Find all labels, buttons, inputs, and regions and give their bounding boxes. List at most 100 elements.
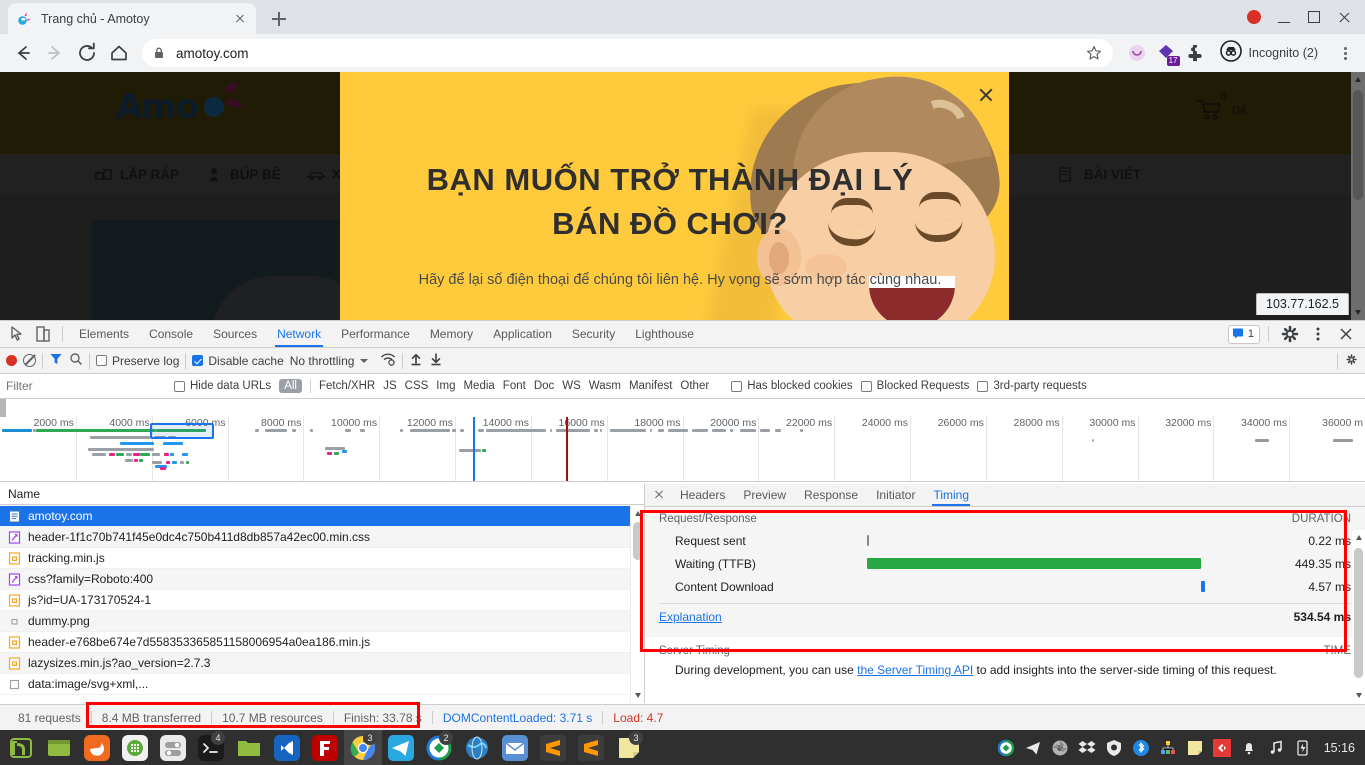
music-tray-icon[interactable]: [1267, 739, 1285, 757]
server-timing-api-link[interactable]: the Server Timing API: [857, 663, 973, 677]
network-tray-icon[interactable]: [1159, 739, 1177, 757]
taskbar-app-sublime-text[interactable]: [572, 730, 610, 765]
devtools-close-icon[interactable]: [1333, 321, 1359, 347]
preserve-log-checkbox[interactable]: Preserve log: [96, 354, 179, 368]
dropbox-tray-icon[interactable]: [1078, 739, 1096, 757]
clear-icon[interactable]: [23, 354, 36, 367]
profile-incognito-chip[interactable]: Incognito (2): [1214, 39, 1329, 66]
devtools-tab-console[interactable]: Console: [139, 321, 203, 347]
explanation-link[interactable]: Explanation: [659, 610, 722, 624]
third-party-requests-checkbox[interactable]: 3rd-party requests: [977, 380, 1087, 392]
maximize-button[interactable]: [1299, 4, 1329, 30]
filter-type-media[interactable]: Media: [463, 380, 494, 392]
record-icon[interactable]: [6, 355, 17, 366]
star-icon[interactable]: [1085, 44, 1103, 62]
taskbar-app-globe[interactable]: [458, 730, 496, 765]
scroll-down-icon[interactable]: [1352, 687, 1365, 703]
search-icon[interactable]: [69, 352, 83, 369]
filter-type-font[interactable]: Font: [503, 380, 526, 392]
reload-button[interactable]: [72, 38, 102, 68]
detail-tab-preview[interactable]: Preview: [734, 484, 795, 506]
detail-scroll-thumb[interactable]: [1354, 548, 1363, 678]
request-list-header[interactable]: Name: [0, 484, 644, 505]
request-list[interactable]: amotoy.com header-1f1c70b741f45e0dc4c750b…: [0, 506, 644, 703]
nomachine-tray-icon[interactable]: [1212, 738, 1231, 757]
taskbar-app-terminal[interactable]: 4: [192, 730, 230, 765]
request-row[interactable]: tracking.min.js: [0, 548, 644, 569]
nav-item-bup-be[interactable]: BÚP BÊ: [205, 167, 281, 182]
taskbar-app-sticky-notes[interactable]: 3: [610, 730, 648, 765]
taskbar-app-telegram[interactable]: [382, 730, 420, 765]
nav-item-lap-rap[interactable]: LẮP RÁP: [95, 167, 179, 182]
detail-tab-response[interactable]: Response: [795, 484, 867, 506]
taskbar-app-file-manager[interactable]: [230, 730, 268, 765]
notes-tray-icon[interactable]: [1186, 739, 1204, 757]
taskbar-app-anydesk[interactable]: 2: [420, 730, 458, 765]
overview-selection-box[interactable]: [150, 423, 214, 439]
tab-close-icon[interactable]: [232, 11, 248, 27]
taskbar-app-app-grid[interactable]: [116, 730, 154, 765]
request-list-scroll-thumb[interactable]: [633, 522, 643, 560]
scroll-down-icon[interactable]: [1351, 304, 1365, 320]
anydesk-tray-icon[interactable]: [997, 739, 1015, 757]
window-close-button[interactable]: [1329, 4, 1359, 30]
detail-scrollbar[interactable]: [1352, 530, 1365, 703]
detail-tab-initiator[interactable]: Initiator: [867, 484, 924, 506]
blocked-requests-checkbox[interactable]: Blocked Requests: [860, 380, 969, 392]
battery-tray-icon[interactable]: [1294, 739, 1312, 757]
filter-type-all[interactable]: All: [279, 379, 302, 393]
export-har-icon[interactable]: [429, 352, 443, 369]
has-blocked-cookies-checkbox[interactable]: Has blocked cookies: [731, 380, 853, 392]
browser-tab[interactable]: Trang chủ - Amotoy: [8, 3, 256, 34]
request-row[interactable]: css?family=Roboto:400: [0, 569, 644, 590]
telegram-tray-icon[interactable]: [1024, 739, 1042, 757]
taskbar-app-filezilla[interactable]: [306, 730, 344, 765]
cart-area[interactable]: 0 0₫: [1196, 92, 1247, 122]
request-row[interactable]: header-e768be674e7d558353365851158006954…: [0, 632, 644, 653]
taskbar-app-chrome[interactable]: 3: [344, 730, 382, 765]
devtools-tab-performance[interactable]: Performance: [331, 321, 420, 347]
filter-input[interactable]: [6, 377, 166, 395]
devtools-settings-gear-icon[interactable]: [1277, 321, 1303, 347]
filter-type-other[interactable]: Other: [680, 380, 709, 392]
request-row[interactable]: dummy.png: [0, 611, 644, 632]
request-list-scrollbar[interactable]: [630, 506, 644, 703]
devtools-tab-memory[interactable]: Memory: [420, 321, 483, 347]
network-conditions-icon[interactable]: [380, 352, 396, 369]
throttling-select[interactable]: No throttling: [290, 354, 355, 368]
network-settings-gear-icon[interactable]: [1344, 352, 1359, 370]
filter-type-js[interactable]: JS: [383, 380, 396, 392]
chevron-down-icon[interactable]: [360, 358, 369, 363]
taskbar-app-vscode[interactable]: [268, 730, 306, 765]
address-bar[interactable]: amotoy.com: [142, 39, 1113, 67]
devtools-tab-elements[interactable]: Elements: [69, 321, 139, 347]
devtools-tab-security[interactable]: Security: [562, 321, 625, 347]
disable-cache-checkbox[interactable]: Disable cache: [192, 354, 284, 368]
devtools-more-kebab-icon[interactable]: [1305, 321, 1331, 347]
record-dot-icon[interactable]: [1239, 4, 1269, 30]
page-scrollbar[interactable]: [1351, 72, 1365, 320]
devtools-tab-lighthouse[interactable]: Lighthouse: [625, 321, 704, 347]
filter-funnel-icon[interactable]: [49, 352, 63, 369]
request-row[interactable]: js?id=UA-173170524-1: [0, 590, 644, 611]
scroll-up-icon[interactable]: [1351, 72, 1365, 88]
taskbar-app-linux-mint-menu[interactable]: [2, 730, 40, 765]
extension-badge-icon[interactable]: 17: [1153, 40, 1180, 66]
taskbar-app-mail[interactable]: [496, 730, 534, 765]
forward-button[interactable]: [40, 38, 70, 68]
bell-tray-icon[interactable]: [1240, 739, 1258, 757]
inspect-element-icon[interactable]: [4, 321, 30, 347]
hide-data-urls-checkbox[interactable]: Hide data URLs: [174, 380, 271, 392]
request-row[interactable]: lazysizes.min.js?ao_version=2.7.3: [0, 653, 644, 674]
devtools-tab-network[interactable]: Network: [267, 321, 331, 347]
detail-tab-headers[interactable]: Headers: [671, 484, 734, 506]
site-logo[interactable]: Amo Vì Một Thế Hệ Thông Minh: [92, 80, 243, 138]
devtools-tab-sources[interactable]: Sources: [203, 321, 267, 347]
shield-tray-icon[interactable]: [1105, 739, 1123, 757]
device-toolbar-icon[interactable]: [30, 321, 56, 347]
devtools-tab-application[interactable]: Application: [483, 321, 562, 347]
filter-type-wasm[interactable]: Wasm: [589, 380, 621, 392]
back-button[interactable]: [8, 38, 38, 68]
filter-type-img[interactable]: Img: [436, 380, 455, 392]
modal-close-icon[interactable]: [977, 86, 995, 104]
